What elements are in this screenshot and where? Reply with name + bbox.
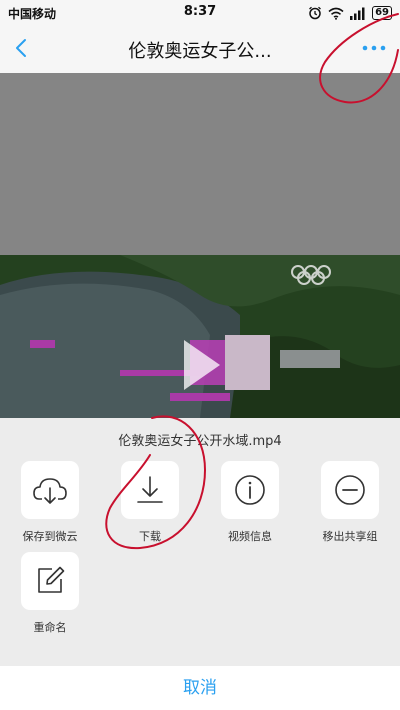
wifi-icon <box>328 7 344 20</box>
save-to-weiyun-label: 保存到微云 <box>22 530 78 543</box>
alarm-icon <box>309 6 322 20</box>
video-info-label: 视频信息 <box>228 530 272 543</box>
download-tile[interactable] <box>121 461 179 519</box>
save-to-weiyun-tile[interactable] <box>21 461 79 519</box>
video-info-tile[interactable] <box>221 461 279 519</box>
battery-icon: 69 <box>372 6 392 20</box>
cloud-download-icon <box>33 478 67 504</box>
download-label: 下载 <box>139 530 161 543</box>
remove-from-group-tile[interactable] <box>321 461 379 519</box>
more-options-icon[interactable] <box>360 36 388 60</box>
info-icon <box>235 475 265 505</box>
edit-icon <box>38 566 65 593</box>
remove-from-group-label: 移出共享组 <box>322 530 378 543</box>
play-icon[interactable] <box>182 338 222 392</box>
video-info-button[interactable]: 视频信息 <box>210 461 290 544</box>
rename-label: 重命名 <box>33 621 67 634</box>
page-title: 伦敦奥运女子公... <box>128 41 272 62</box>
cancel-button[interactable]: 取消 <box>0 666 400 710</box>
download-button[interactable]: 下载 <box>110 461 190 544</box>
status-bar: 中国移动 8:37 69 <box>0 0 400 26</box>
video-thumbnail[interactable] <box>0 255 400 418</box>
download-icon <box>137 476 163 503</box>
remove-from-group-button[interactable]: 移出共享组 <box>310 461 390 544</box>
top-bar: 中国移动 8:37 69 伦敦奥运女子公... <box>0 0 400 73</box>
rename-tile[interactable] <box>21 552 79 610</box>
minus-circle-icon <box>335 475 365 505</box>
video-frame-image <box>0 255 400 418</box>
signal-icon <box>350 7 365 20</box>
nav-bar: 伦敦奥运女子公... <box>0 26 400 73</box>
file-name: 伦敦奥运女子公开水域.mp4 <box>118 434 282 449</box>
rename-button[interactable]: 重命名 <box>10 552 90 635</box>
status-icons: 69 <box>308 4 392 22</box>
video-placeholder <box>0 73 400 255</box>
save-to-weiyun-button[interactable]: 保存到微云 <box>10 461 90 544</box>
